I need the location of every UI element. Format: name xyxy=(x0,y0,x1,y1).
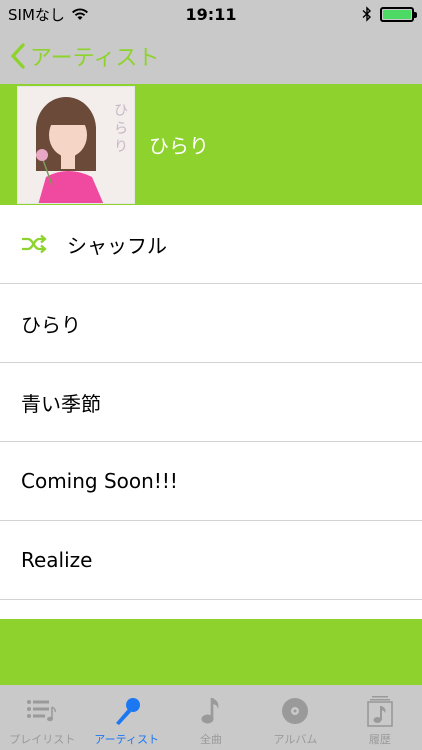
history-icon xyxy=(367,696,393,727)
music-note-icon xyxy=(201,698,219,724)
track-row[interactable]: 青い季節 xyxy=(0,363,422,442)
svg-text:り: り xyxy=(114,139,128,155)
tab-label: アーティスト xyxy=(94,733,159,746)
wifi-icon xyxy=(71,7,88,20)
playlist-icon xyxy=(27,700,57,722)
mini-player-bar[interactable] xyxy=(0,619,422,685)
shuffle-icon xyxy=(22,234,47,254)
bluetooth-icon xyxy=(362,6,372,22)
svg-text:ひ: ひ xyxy=(114,103,128,119)
track-title: Coming Soon!!! xyxy=(21,469,178,493)
tab-history[interactable]: 履歴 xyxy=(338,685,422,750)
shuffle-label: シャッフル xyxy=(67,233,167,258)
microphone-icon xyxy=(115,698,140,725)
battery-level xyxy=(383,9,411,19)
status-left: SIMなし xyxy=(8,4,89,25)
status-right xyxy=(362,6,417,22)
tab-label: プレイリスト xyxy=(9,733,76,746)
track-title: 青い季節 xyxy=(21,391,101,416)
carrier-label: SIMなし xyxy=(8,5,65,24)
tab-label: 履歴 xyxy=(368,733,391,746)
track-list: シャッフル ひらり 青い季節 Coming Soon!!! Realize xyxy=(0,205,422,600)
track-row[interactable]: Realize xyxy=(0,521,422,600)
tab-label: 全曲 xyxy=(200,733,223,746)
tab-label: アルバム xyxy=(273,733,318,746)
artist-title: ひらり xyxy=(149,134,209,158)
back-button[interactable]: アーティスト xyxy=(10,40,159,72)
shuffle-row[interactable]: シャッフル xyxy=(0,205,422,284)
track-row[interactable]: Coming Soon!!! xyxy=(0,442,422,521)
artist-header: ひ ら り ひらり xyxy=(0,84,422,205)
navigation-bar: アーティスト xyxy=(0,28,422,84)
status-bar: SIMなし 19:11 xyxy=(0,0,422,28)
tab-artist[interactable]: アーティスト xyxy=(84,685,168,750)
tab-playlist[interactable]: プレイリスト xyxy=(0,685,84,750)
track-title: Realize xyxy=(21,548,93,572)
track-title: ひらり xyxy=(21,312,81,337)
disc-icon xyxy=(282,698,309,724)
album-artwork: ひ ら り xyxy=(17,85,135,204)
artwork-image: ひ ら り xyxy=(18,86,134,203)
tab-all-songs[interactable]: 全曲 xyxy=(169,685,253,750)
track-row[interactable]: ひらり xyxy=(0,284,422,363)
back-button-label: アーティスト xyxy=(30,46,160,71)
svg-text:ら: ら xyxy=(114,121,128,137)
tab-album[interactable]: アルバム xyxy=(253,685,337,750)
chevron-left-icon xyxy=(11,43,25,69)
battery-icon xyxy=(380,6,417,22)
tab-bar: プレイリスト アーティスト 全曲 アルバム 履歴 xyxy=(0,685,422,750)
